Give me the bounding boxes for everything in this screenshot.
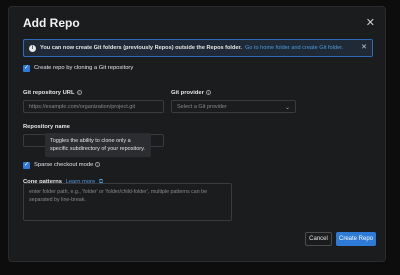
sparse-checkout-checkbox[interactable]: ✓ — [23, 162, 30, 169]
help-icon: i — [76, 90, 82, 95]
help-icon: i — [205, 90, 211, 95]
sparse-checkout-label: Sparse checkout mode i — [34, 162, 101, 168]
sparse-checkout-tooltip: Toggles the ability to clone only a spec… — [45, 133, 151, 157]
chevron-down-icon: ⌄ — [284, 105, 290, 111]
cone-patterns-textarea[interactable]: enter folder path, e.g., 'folder' or 'fo… — [23, 183, 232, 221]
git-repo-url-label: Git repository URL i — [23, 90, 82, 96]
add-repo-dialog: Add Repo ✕ i You can now create Git fold… — [8, 6, 386, 262]
banner-message: You can now create Git folders (previous… — [40, 45, 242, 51]
git-provider-label: Git provider i — [171, 90, 211, 96]
cancel-button[interactable]: Cancel — [305, 232, 332, 246]
info-icon: i — [29, 44, 36, 52]
close-icon[interactable]: ✕ — [366, 16, 375, 29]
git-provider-placeholder: Select a Git provider — [177, 103, 227, 110]
help-icon: i — [95, 162, 101, 167]
repo-name-label: Repository name — [23, 124, 71, 130]
info-banner: i You can now create Git folders (previo… — [23, 39, 373, 57]
create-repo-button[interactable]: Create Repo — [336, 232, 376, 246]
git-provider-select[interactable]: Select a Git provider ⌄ — [171, 100, 296, 113]
banner-close-icon[interactable]: ✕ — [361, 43, 367, 51]
banner-link[interactable]: Go to home folder and create Git folder. — [245, 45, 343, 51]
clone-checkbox[interactable]: ✓ — [23, 65, 30, 72]
clone-checkbox-label: Create repo by cloning a Git repository — [34, 65, 134, 71]
git-repo-url-input[interactable]: https://example.com/organization/project… — [23, 100, 164, 113]
dialog-title: Add Repo — [23, 16, 80, 30]
